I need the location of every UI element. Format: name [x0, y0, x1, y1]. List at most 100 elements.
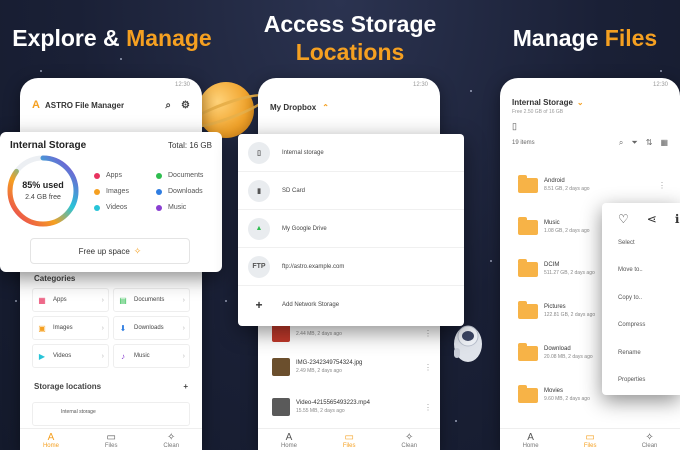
folder-info: Download 20.08 MB, 2 days ago	[544, 346, 593, 360]
headline-center: Access Storage Locations	[263, 11, 437, 65]
heart-icon[interactable]: ♡	[618, 212, 629, 226]
category-label: Documents	[134, 297, 165, 303]
more-icon[interactable]: ⋮	[658, 181, 666, 190]
more-icon[interactable]: ⋮	[424, 403, 432, 412]
file-thumbnail	[272, 398, 290, 416]
more-icon[interactable]: ⋮	[424, 329, 432, 338]
files-toolbar: 19 items ⌕ ⏷ ⇅ ▦	[500, 132, 680, 154]
folder-name: Pictures	[544, 304, 566, 310]
category-apps[interactable]: ▦ Apps ›	[32, 288, 109, 312]
category-music[interactable]: ♪ Music ›	[113, 344, 190, 368]
add-location-icon[interactable]: +	[183, 382, 188, 391]
google-drive-icon: ▲	[248, 217, 270, 240]
file-meta: 15.55 MB, 2 days ago	[296, 408, 345, 414]
more-icon[interactable]: ⋮	[424, 363, 432, 372]
search-icon[interactable]: ⌕	[619, 138, 623, 148]
category-documents[interactable]: ▤ Documents ›	[113, 288, 190, 312]
filter-icon[interactable]: ⏷	[631, 138, 637, 148]
nav-files[interactable]: ▭ Files	[343, 433, 356, 450]
legend-dot	[94, 172, 100, 179]
nav-home[interactable]: A Home	[43, 433, 59, 450]
free-space: 2.4 GB free	[25, 194, 61, 201]
location-label: SD Card	[282, 187, 306, 194]
phone-icon: ▯	[248, 141, 270, 164]
menu-item-moveto[interactable]: Move to..	[618, 257, 680, 285]
location-item[interactable]: + Add Network Storage	[238, 286, 464, 324]
nav-label: Home	[522, 443, 539, 449]
storage-title: Internal Storage	[512, 98, 573, 107]
categories-grid: ▦ Apps › ▤ Documents › ▣ Images › ⬇ Downloads › ▶ Vid…	[20, 288, 202, 368]
bottom-nav: A Home ▭ Files ✧ Clean	[20, 428, 202, 450]
chevron-down-icon: ⌄	[576, 98, 584, 107]
nav-clean[interactable]: ✧ Clean	[401, 433, 417, 450]
category-images[interactable]: ▣ Images ›	[32, 316, 109, 340]
chevron-right-icon: ›	[101, 324, 104, 332]
search-icon[interactable]: ⌕	[165, 100, 171, 111]
legend-label: Music	[168, 204, 187, 211]
storage-location-item[interactable]: Internal storage	[32, 402, 190, 426]
folder-meta: 8.51 GB, 2 days ago	[544, 186, 590, 192]
chevron-right-icon: ›	[101, 352, 104, 360]
gear-icon[interactable]: ⚙	[181, 100, 190, 111]
storage-total: Total: 16 GB	[167, 141, 212, 150]
nav-label: Clean	[641, 443, 658, 449]
location-item[interactable]: ▲ My Google Drive	[238, 210, 464, 248]
location-item[interactable]: FTP ftp://astro.example.com	[238, 248, 464, 286]
menu-item-select[interactable]: Select	[618, 229, 680, 257]
device-icon[interactable]: ▯	[500, 115, 680, 132]
location-item[interactable]: ▮ SD Card	[238, 172, 464, 210]
file-row[interactable]: Video-4215565493223.mp4 15.55 MB, 2 days …	[272, 396, 432, 418]
folder-icon: ▭	[585, 432, 595, 443]
app-bar: A ASTRO File Manager ⌕ ⚙	[20, 94, 202, 116]
folder-icon	[518, 384, 538, 403]
location-switcher[interactable]: My Dropbox ⌃	[258, 94, 440, 120]
nav-home[interactable]: A Home	[522, 433, 539, 450]
grid-view-icon[interactable]: ▦	[660, 138, 668, 148]
folder-row[interactable]: Android 8.51 GB, 2 days ago ⋮	[518, 170, 666, 200]
category-label: Music	[134, 353, 150, 359]
nav-clean[interactable]: ✧ Clean	[163, 433, 179, 450]
nav-home[interactable]: A Home	[281, 433, 297, 450]
file-thumbnail	[272, 358, 290, 376]
folder-info: Movies 9.60 MB, 2 days ago	[544, 388, 590, 402]
free-up-space-button[interactable]: Free up space ✧	[30, 238, 190, 264]
status-bar: 12:30	[174, 82, 190, 88]
location-label: Add Network Storage	[282, 302, 340, 308]
legend-label: Documents	[168, 172, 204, 179]
location-label: My Google Drive	[282, 225, 327, 232]
location-item[interactable]: ▯ Internal storage	[238, 134, 464, 172]
storage-card: Internal Storage Total: 16 GB 85% used 2…	[0, 132, 222, 272]
headline-left: Explore & Manage	[12, 25, 212, 51]
category-downloads[interactable]: ⬇ Downloads ›	[113, 316, 190, 340]
nav-clean[interactable]: ✧ Clean	[641, 433, 658, 450]
legend-label: Downloads	[168, 188, 203, 195]
folder-meta: 511.27 GB, 2 days ago	[544, 270, 595, 276]
folder-icon	[518, 174, 538, 193]
sort-icon[interactable]: ⇅	[646, 138, 653, 148]
nav-files[interactable]: ▭ Files	[105, 433, 118, 450]
menu-item-rename[interactable]: Rename	[618, 339, 680, 367]
image-icon: ▣	[38, 323, 46, 333]
used-percent: 85% used	[22, 180, 64, 190]
folder-name: Music	[544, 220, 560, 226]
info-icon[interactable]: ℹ	[675, 212, 680, 226]
file-row[interactable]: IMG-2342349754324.jpg 2.49 MB, 2 days ago…	[272, 356, 432, 378]
category-videos[interactable]: ▶ Videos ›	[32, 344, 109, 368]
video-icon: ▶	[38, 351, 46, 361]
nav-files[interactable]: ▭ Files	[584, 432, 597, 450]
headline-right: Manage Files	[512, 25, 658, 51]
folder-meta: 1.08 GB, 2 days ago	[544, 228, 590, 234]
share-icon[interactable]: ⋖	[647, 212, 657, 226]
legend-item: Documents	[156, 172, 218, 179]
location-label: Internal storage	[282, 149, 324, 156]
storage-locations-header: Storage locations +	[34, 382, 188, 391]
menu-item-compress[interactable]: Compress	[618, 312, 680, 340]
legend-label: Images	[106, 188, 129, 195]
chevron-right-icon: ›	[182, 296, 185, 304]
legend-label: Videos	[106, 204, 128, 211]
storage-header[interactable]: Internal Storage ⌄ Free 2.50 GB of 16 GB	[500, 94, 680, 115]
legend-dot	[156, 172, 162, 179]
menu-item-properties[interactable]: Properties	[618, 367, 680, 395]
legend-dot	[94, 204, 100, 211]
menu-item-copyto[interactable]: Copy to..	[618, 284, 680, 312]
